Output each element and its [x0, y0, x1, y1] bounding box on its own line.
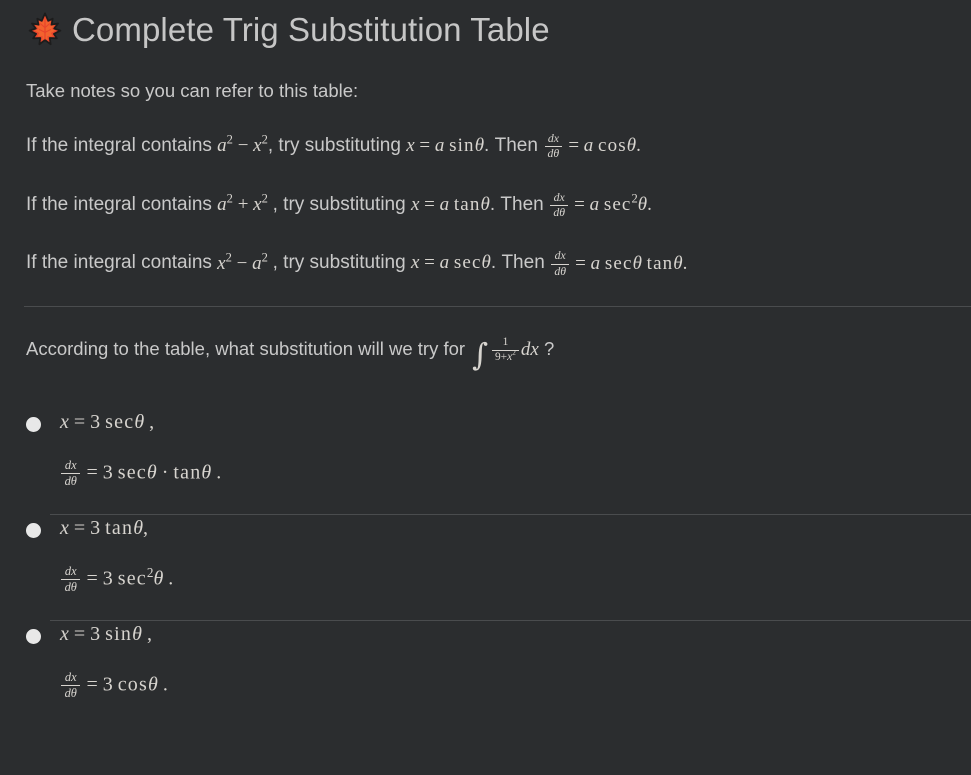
rule-lead-0: If the integral contains	[26, 135, 212, 157]
rule-then-0: Then	[494, 135, 538, 157]
page-header: Complete Trig Substitution Table	[0, 0, 971, 52]
answer-option-1-line2: dx dθ = 3 sec2θ .	[26, 565, 971, 594]
rule-derivative-1: dx dθ = a sec2θ.	[549, 191, 652, 219]
intro-text: Take notes so you can refer to this tabl…	[26, 80, 359, 101]
rule-substitution-0: x = a sinθ	[406, 135, 485, 157]
rule-then-2: Then	[501, 252, 545, 274]
question-integral: ∫ 1 9+x2 dx	[472, 336, 539, 373]
answer-option-0-line2: dx dθ = 3 secθ · tanθ .	[26, 459, 971, 488]
rule-derivative-0: dx dθ = a cosθ.	[543, 132, 641, 160]
rule-period-1: .	[489, 193, 496, 215]
answer-option-2[interactable]: x = 3 sinθ , dx dθ = 3 cosθ .	[0, 621, 971, 700]
radio-button-2[interactable]	[26, 629, 41, 645]
question-mark: ?	[543, 338, 555, 360]
answer-option-2-row[interactable]: x = 3 sinθ ,	[26, 621, 971, 657]
answer-option-2-line2: dx dθ = 3 cosθ .	[26, 671, 971, 700]
rule-substitution-1: x = a tanθ	[410, 193, 490, 215]
rule-mid-1: try substituting	[283, 193, 406, 215]
rule-row-0: If the integral contains a2 − x2, try su…	[0, 132, 971, 161]
rule-derivative-2: dx dθ = a secθ tanθ.	[550, 250, 687, 278]
page-title: Complete Trig Substitution Table	[72, 11, 550, 48]
question-text: According to the table, what substitutio…	[0, 336, 971, 373]
rule-lead-2: If the integral contains	[26, 252, 212, 274]
answer-option-1-line1: x = 3 tanθ,	[60, 517, 149, 540]
quiz-page: Complete Trig Substitution Table Take no…	[0, 0, 971, 700]
rule-mid-0: try substituting	[278, 135, 401, 157]
answer-options: x = 3 secθ , dx dθ = 3 secθ · tanθ . x = …	[0, 409, 971, 700]
rule-comma-1: ,	[272, 193, 278, 215]
rule-row-2: If the integral contains x2 − a2 , try s…	[0, 250, 971, 278]
rule-period-0: .	[484, 135, 490, 157]
rule-substitution-2: x = a secθ	[410, 252, 491, 274]
rule-lead-1: If the integral contains	[26, 193, 212, 215]
rule-comma-2: ,	[272, 252, 278, 274]
radio-button-1[interactable]	[26, 523, 41, 539]
rule-period-2: .	[490, 252, 497, 274]
answer-option-0-row[interactable]: x = 3 secθ ,	[26, 409, 971, 445]
answer-option-2-line1: x = 3 sinθ ,	[60, 623, 152, 646]
rule-expression-1: a2 + x2	[217, 191, 268, 215]
rule-expression-0: a2 − x2	[217, 132, 268, 157]
rule-mid-2: try substituting	[283, 252, 406, 274]
rule-row-1: If the integral contains a2 + x2 , try s…	[0, 191, 971, 220]
divider-above-question	[24, 306, 971, 308]
maple-leaf-icon	[28, 12, 62, 46]
answer-option-1-row[interactable]: x = 3 tanθ,	[26, 515, 971, 551]
answer-option-0-line1: x = 3 secθ ,	[60, 411, 155, 434]
rule-then-1: Then	[500, 193, 544, 215]
radio-button-0[interactable]	[26, 417, 41, 433]
rule-expression-2: x2 − a2	[217, 250, 268, 274]
answer-option-1[interactable]: x = 3 tanθ, dx dθ = 3 sec2θ .	[0, 515, 971, 622]
answer-option-0[interactable]: x = 3 secθ , dx dθ = 3 secθ · tanθ .	[0, 409, 971, 516]
question-prompt: According to the table, what substitutio…	[26, 338, 466, 360]
rule-comma-0: ,	[267, 135, 274, 157]
